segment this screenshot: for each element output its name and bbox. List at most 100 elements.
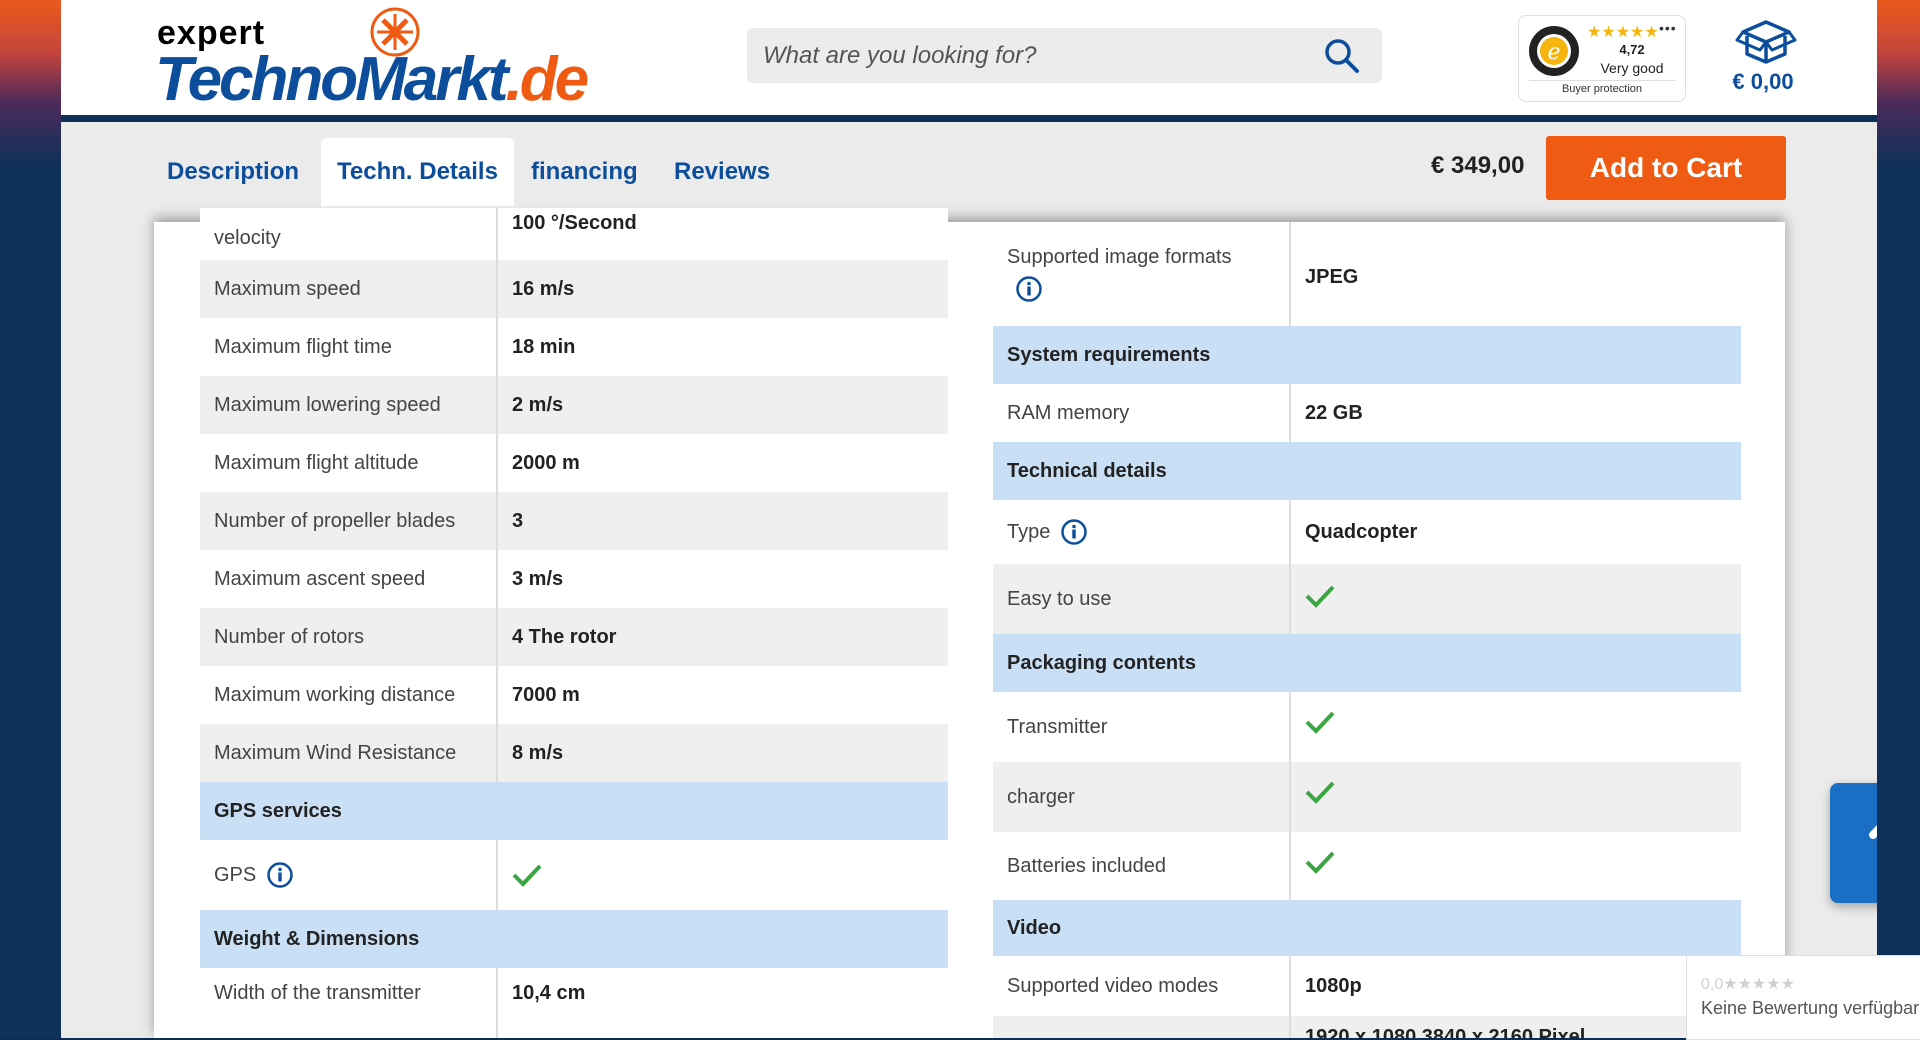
section-header-gps: GPS services — [200, 782, 948, 840]
rating-widget-text: Keine Bewertung verfügbar — [1701, 998, 1920, 1018]
spec-key: Maximum flight altitude — [200, 434, 498, 492]
table-row: Maximum flight altitude 2000 m — [200, 434, 948, 492]
spec-value: 8 m/s — [512, 741, 564, 764]
tab-reviews[interactable]: Reviews — [658, 138, 786, 206]
rating-widget-stars: 0,0★★★★★ — [1701, 976, 1795, 993]
add-to-cart-button[interactable]: Add to Cart — [1546, 136, 1786, 200]
background-right-edge — [1877, 0, 1920, 1038]
logo-main-text: TechnoMarkt.de — [155, 44, 589, 115]
spec-key: Maximum working distance — [200, 666, 498, 724]
spec-value: 2 m/s — [512, 393, 564, 416]
section-header-system-requirements: System requirements — [993, 326, 1741, 384]
tab-financing[interactable]: financing — [515, 138, 654, 206]
spec-value: 10,4 cm — [512, 982, 586, 1004]
spec-value — [1291, 564, 1741, 634]
section-title: System requirements — [1007, 343, 1211, 366]
tech-details-panel: velocity 100 °/Second Maximum speed 16 m… — [154, 208, 1785, 1038]
search-input[interactable] — [747, 28, 1307, 83]
spec-key: Maximum Wind Resistance — [200, 724, 498, 782]
arrow-up-icon — [1869, 824, 1877, 839]
spec-value: 2000 m — [512, 451, 580, 474]
back-to-top-button[interactable] — [1830, 783, 1877, 903]
spec-value: 16 m/s — [512, 277, 575, 300]
spec-key: Supported image formats — [993, 222, 1291, 326]
spec-value — [498, 840, 948, 910]
check-icon — [1305, 585, 1335, 608]
info-icon[interactable] — [266, 861, 294, 889]
section-header-packaging-contents: Packaging contents — [993, 634, 1741, 692]
section-title: GPS services — [214, 799, 342, 822]
spec-value — [1291, 692, 1741, 762]
spec-value: 18 min — [512, 335, 576, 358]
table-row: velocity 100 °/Second — [200, 208, 948, 260]
trusted-shops-seal-icon: e — [1529, 26, 1579, 76]
cart-button[interactable]: € 0,00 — [1721, 14, 1811, 104]
tab-description[interactable]: Description — [151, 138, 315, 206]
logo-technomarkt: TechnoMarkt — [155, 45, 509, 114]
spec-key: charger — [993, 762, 1291, 832]
trust-more-icon[interactable]: ••• — [1659, 20, 1677, 36]
spec-value: Quadcopter — [1305, 520, 1418, 543]
spec-key: velocity — [200, 208, 498, 260]
cart-box-icon — [1735, 20, 1797, 64]
search-icon[interactable] — [1322, 36, 1362, 76]
table-row: RAM memory 22 GB — [993, 384, 1741, 442]
table-row: GPS — [200, 840, 948, 910]
search-bar — [747, 28, 1382, 83]
info-icon[interactable] — [1060, 518, 1088, 546]
table-row: Number of propeller blades 3 — [200, 492, 948, 550]
spec-key: Transmitter — [993, 692, 1291, 762]
spec-value: 7000 m — [512, 683, 580, 706]
table-row: Maximum lowering speed 2 m/s — [200, 376, 948, 434]
check-icon — [512, 864, 542, 887]
check-icon — [1305, 851, 1335, 874]
tab-techn-details[interactable]: Techn. Details — [321, 138, 514, 206]
spec-key: Number of rotors — [200, 608, 498, 666]
table-row: Width of the transmitter 10,4 cm — [200, 968, 948, 1038]
spec-key: Type — [993, 500, 1291, 564]
table-row: Transmitter — [993, 692, 1741, 762]
trust-divider — [1529, 80, 1675, 81]
spec-key: Width of the transmitter — [200, 968, 498, 1038]
cart-total: € 0,00 — [1732, 69, 1794, 94]
table-row: Maximum speed 16 m/s — [200, 260, 948, 318]
section-title: Video — [1007, 916, 1062, 939]
spec-value: 3 — [512, 509, 524, 532]
table-row: Maximum flight time 18 min — [200, 318, 948, 376]
check-icon — [1305, 711, 1335, 734]
table-row: Easy to use — [993, 564, 1741, 634]
table-row: Maximum ascent speed 3 m/s — [200, 550, 948, 608]
spec-value: 22 GB — [1305, 401, 1363, 424]
spec-key: Batteries included — [993, 832, 1291, 900]
trust-grade: Very good — [1600, 60, 1664, 76]
table-row: Maximum working distance 7000 m — [200, 666, 948, 724]
trust-buyer-protection: Buyer protection — [1561, 83, 1643, 95]
svg-text:e: e — [1547, 40, 1560, 65]
spec-key: Maximum lowering speed — [200, 376, 498, 434]
table-row: 1920 x 1080 3840 x 2160 Pixel — [993, 1016, 1741, 1038]
spec-key: Easy to use — [993, 564, 1291, 634]
site-logo[interactable]: expert TechnoMarkt.de — [155, 7, 635, 114]
spec-value: 1920 x 1080 3840 x 2160 Pixel — [1305, 1026, 1586, 1038]
spec-key-label: Type — [1007, 520, 1051, 543]
check-icon — [1305, 781, 1335, 804]
spec-value: 4 The rotor — [512, 625, 617, 648]
product-tabs: Description Techn. Details financing Rev… — [61, 122, 1877, 222]
section-title: Weight & Dimensions — [214, 927, 420, 950]
spec-key-label: GPS — [214, 863, 257, 886]
info-icon[interactable] — [1015, 275, 1043, 303]
spec-key: Supported video modes — [993, 956, 1291, 1016]
table-row: Type Quadcopter — [993, 500, 1741, 564]
spec-value — [1291, 832, 1741, 900]
spec-key: Maximum flight time — [200, 318, 498, 376]
section-header-technical-details: Technical details — [993, 442, 1741, 500]
section-header-video: Video — [993, 900, 1741, 956]
trusted-shops-badge[interactable]: e ★★★★★ ••• 4,72 Very good Buyer protect… — [1518, 15, 1686, 102]
trust-score: 4,72 — [1619, 42, 1645, 57]
spec-value: JPEG — [1305, 266, 1359, 288]
rating-widget[interactable]: 0,0★★★★★ Keine Bewertung verfügbar — [1686, 955, 1920, 1040]
spec-value: 3 m/s — [512, 567, 564, 590]
product-price: € 349,00 — [1431, 152, 1525, 179]
spec-value: 1080p — [1305, 974, 1362, 997]
spec-key: Maximum speed — [200, 260, 498, 318]
